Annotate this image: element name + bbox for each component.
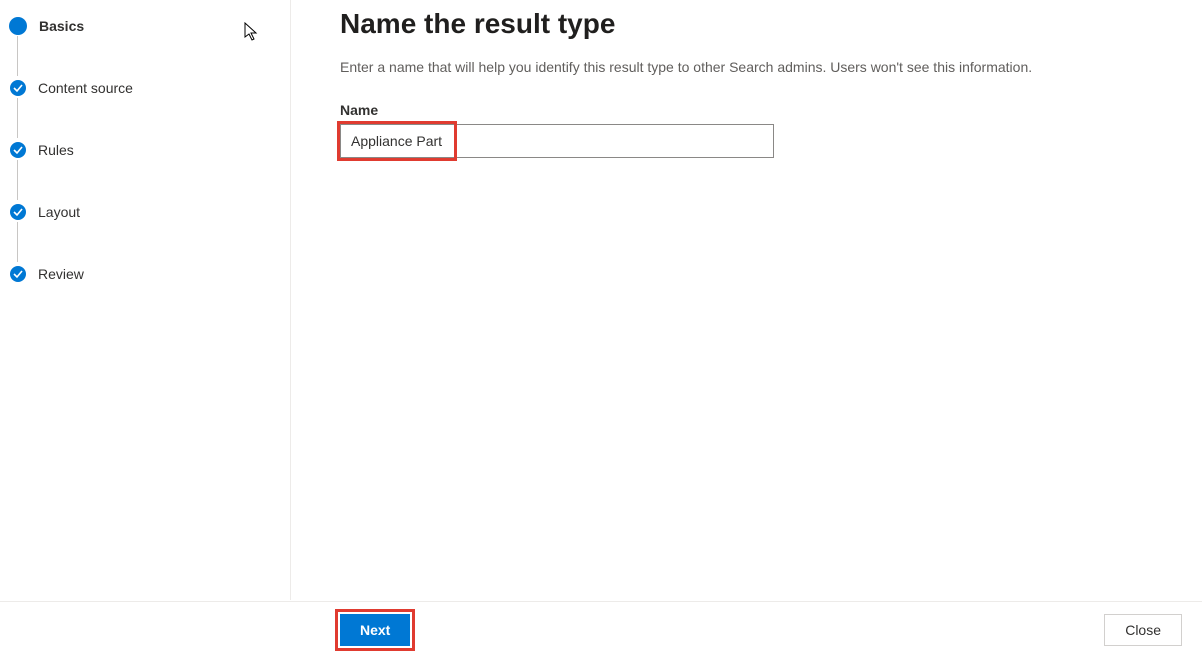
checkmark-icon (10, 142, 26, 158)
vertical-divider (290, 0, 291, 600)
checkmark-icon (10, 266, 26, 282)
wizard-sidebar: Basics Content source Rules Layout (0, 0, 290, 600)
step-label: Rules (38, 142, 74, 158)
step-connector (17, 98, 18, 138)
page-description: Enter a name that will help you identify… (340, 58, 1182, 78)
page-title: Name the result type (340, 8, 1182, 40)
name-input[interactable] (340, 124, 774, 158)
step-label: Content source (38, 80, 133, 96)
name-input-row (340, 124, 1182, 160)
step-layout[interactable]: Layout (6, 200, 290, 224)
main-content: Name the result type Enter a name that w… (340, 8, 1182, 160)
next-button-wrap: Next (340, 614, 410, 646)
close-button[interactable]: Close (1104, 614, 1182, 646)
next-button[interactable]: Next (340, 614, 410, 646)
step-connector (17, 36, 18, 76)
step-connector (17, 222, 18, 262)
step-basics[interactable]: Basics (6, 14, 290, 38)
step-content-source[interactable]: Content source (6, 76, 290, 100)
step-label: Review (38, 266, 84, 282)
step-rules[interactable]: Rules (6, 138, 290, 162)
step-review[interactable]: Review (6, 262, 290, 286)
step-marker-current-icon (9, 17, 27, 35)
step-label: Layout (38, 204, 80, 220)
step-connector (17, 160, 18, 200)
name-field-label: Name (340, 102, 1182, 118)
step-label: Basics (39, 18, 84, 34)
wizard-footer: Next Close (0, 601, 1202, 657)
checkmark-icon (10, 80, 26, 96)
step-list: Basics Content source Rules Layout (6, 14, 290, 286)
checkmark-icon (10, 204, 26, 220)
